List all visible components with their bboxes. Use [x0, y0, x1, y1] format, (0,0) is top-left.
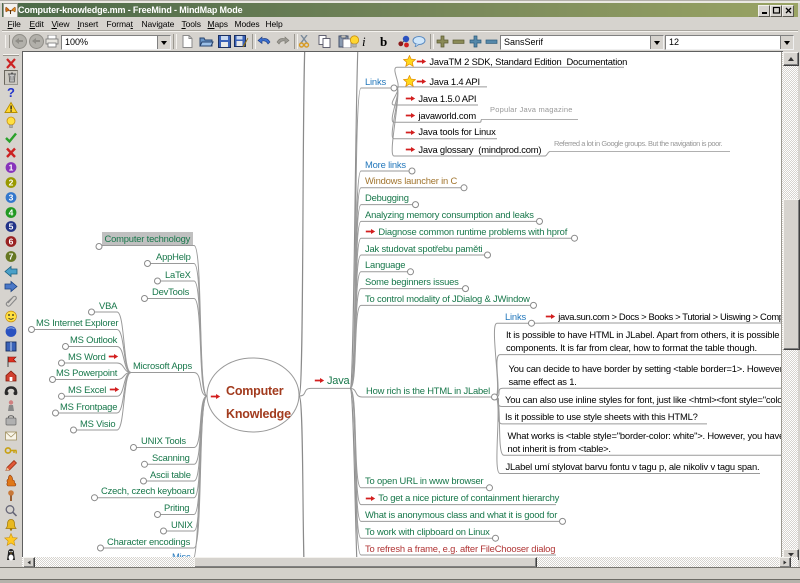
svg-text:2: 2 [9, 177, 14, 187]
svg-text:5: 5 [9, 222, 14, 232]
svg-text:1: 1 [9, 162, 14, 172]
svg-text:6: 6 [9, 237, 14, 247]
svg-text:3: 3 [9, 192, 14, 202]
svg-text:7: 7 [9, 252, 14, 262]
svg-text:4: 4 [9, 207, 14, 217]
